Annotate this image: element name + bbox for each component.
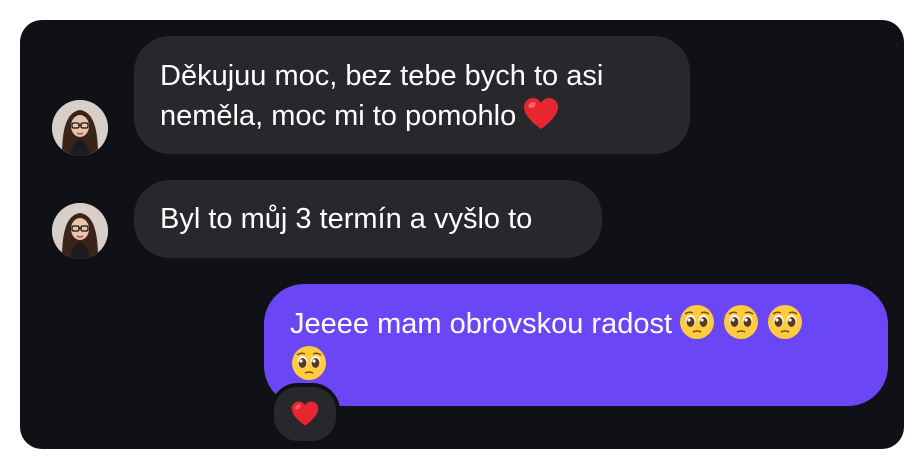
red-heart-reaction-icon <box>291 401 319 426</box>
sender-avatar[interactable] <box>52 203 108 259</box>
red-heart-emoji-icon <box>524 98 559 130</box>
message-reaction[interactable] <box>270 383 340 445</box>
pleading-face-emoji-icon <box>680 305 715 340</box>
chat-thread: Děkujuu moc, bez tebe bych to asi neměla… <box>20 20 904 449</box>
message-bubble-outgoing[interactable]: Jeeee mam obrovskou radost <box>264 284 888 406</box>
pleading-face-emoji-icon <box>768 305 803 340</box>
message-text: Byl to můj 3 termín a vyšlo to <box>160 203 533 235</box>
sender-avatar[interactable] <box>52 100 108 156</box>
pleading-face-emoji-icon <box>724 305 759 340</box>
message-bubble-incoming[interactable]: Děkujuu moc, bez tebe bych to asi neměla… <box>134 36 690 154</box>
message-text: neměla, moc mi to pomohlo <box>160 100 517 132</box>
message-text: Děkujuu moc, bez tebe bych to asi <box>160 60 604 92</box>
message-bubble-incoming[interactable]: Byl to můj 3 termín a vyšlo to <box>134 180 602 258</box>
pleading-face-emoji-icon <box>292 345 326 380</box>
message-text: Jeeee mam obrovskou radost <box>290 308 673 340</box>
